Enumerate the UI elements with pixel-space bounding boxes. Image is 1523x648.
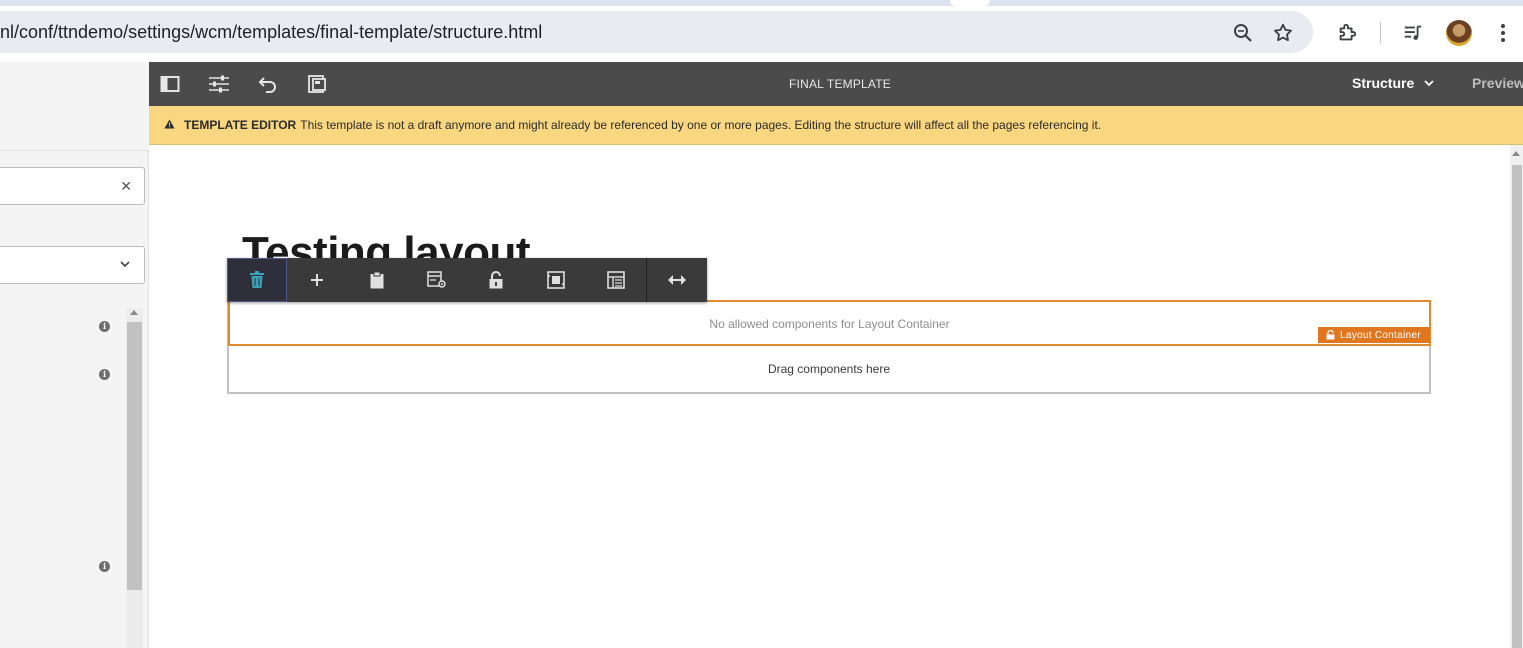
editor-toolbar: FINAL TEMPLATE Structure Preview — [149, 62, 1523, 106]
page-canvas — [149, 145, 1510, 648]
mode-label: Structure — [1352, 75, 1415, 91]
canvas-scrollbar[interactable] — [1510, 145, 1523, 648]
component-search-input[interactable]: ✕ — [0, 167, 145, 205]
profile-avatar[interactable] — [1446, 20, 1472, 46]
group-icon — [607, 271, 625, 289]
paste-icon — [370, 271, 384, 289]
extensions-icon[interactable] — [1335, 21, 1359, 45]
address-bar[interactable]: nl/conf/ttndemo/settings/wcm/templates/f… — [0, 11, 1313, 53]
more-vert-icon[interactable] — [1491, 21, 1515, 45]
insert-button[interactable] — [287, 258, 347, 302]
mode-selector[interactable]: Structure — [1352, 75, 1434, 91]
browser-toolbar: nl/conf/ttndemo/settings/wcm/templates/f… — [0, 6, 1523, 62]
component-toolbar — [227, 258, 707, 302]
side-panel: ✕ i i i — [0, 62, 149, 648]
unlock-icon — [489, 271, 503, 289]
tag-label: Layout Container — [1340, 329, 1421, 341]
delete-icon — [249, 271, 264, 288]
clear-search-icon[interactable]: ✕ — [120, 178, 132, 195]
chevron-down-icon — [120, 261, 130, 268]
alert-label: TEMPLATE EDITOR — [184, 118, 297, 132]
scroll-up-arrow-icon[interactable] — [130, 310, 138, 315]
scrollbar-thumb[interactable] — [127, 322, 142, 590]
alert-message: This template is not a draft anymore and… — [300, 118, 1102, 132]
paste-button[interactable] — [347, 258, 407, 302]
info-icon[interactable]: i — [99, 321, 110, 332]
unlock-icon — [1326, 330, 1335, 340]
bookmark-star-icon[interactable] — [1271, 21, 1295, 45]
zoom-icon[interactable] — [1231, 21, 1255, 45]
app-root: nl/conf/ttndemo/settings/wcm/templates/f… — [0, 0, 1523, 648]
scroll-up-arrow-icon[interactable] — [1512, 151, 1520, 156]
policy-icon — [426, 271, 446, 288]
drop-message: Drag components here — [767, 362, 891, 376]
scrollbar-thumb[interactable] — [1512, 165, 1522, 648]
warning-icon — [164, 119, 175, 129]
alert-text: TEMPLATE EDITOR This template is not a dr… — [184, 118, 1101, 132]
template-editor-alert: TEMPLATE EDITOR This template is not a dr… — [149, 106, 1523, 145]
preview-button[interactable]: Preview — [1472, 75, 1523, 91]
info-icon[interactable]: i — [99, 561, 110, 572]
group-button[interactable] — [586, 258, 646, 302]
info-icon[interactable]: i — [99, 369, 110, 380]
url-text[interactable]: nl/conf/ttndemo/settings/wcm/templates/f… — [0, 22, 542, 43]
toolbar-separator — [1380, 22, 1381, 44]
chevron-down-icon — [1424, 80, 1434, 87]
drop-zone[interactable]: Drag components here — [229, 347, 1429, 392]
policy-button[interactable] — [407, 258, 467, 302]
parent-icon — [547, 271, 566, 289]
insert-icon — [310, 274, 323, 286]
layout-icon — [668, 275, 687, 285]
layout-button[interactable] — [647, 258, 707, 302]
template-title: FINAL TEMPLATE — [789, 77, 891, 91]
unlock-structure-button[interactable] — [467, 258, 527, 302]
side-panel-scrollbar[interactable] — [126, 308, 143, 648]
component-group-select[interactable] — [0, 246, 145, 284]
layout-container-tag[interactable]: Layout Container — [1318, 327, 1430, 343]
select-parent-button[interactable] — [526, 258, 586, 302]
media-control-icon[interactable] — [1401, 21, 1425, 45]
side-panel-header — [0, 62, 149, 151]
delete-button[interactable] — [227, 258, 287, 302]
layout-container-placeholder[interactable]: No allowed components for Layout Contain… — [228, 300, 1431, 346]
empty-message: No allowed components for Layout Contain… — [709, 317, 950, 331]
